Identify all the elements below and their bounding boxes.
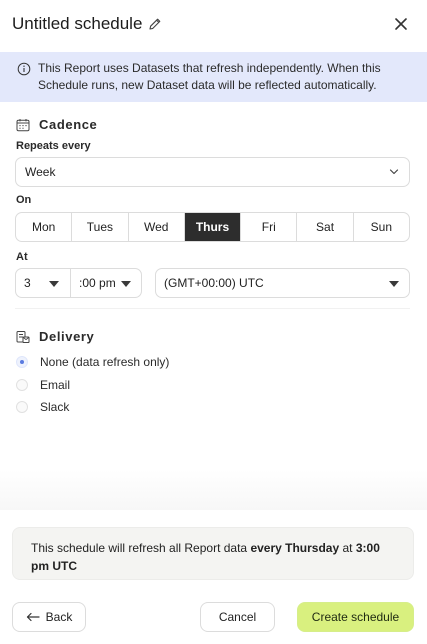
- cadence-title: Cadence: [39, 117, 98, 132]
- summary-frequency: every Thursday: [250, 541, 340, 555]
- day-sat[interactable]: Sat: [297, 213, 354, 241]
- delivery-option-label: Email: [40, 378, 71, 392]
- create-schedule-button[interactable]: Create schedule: [297, 602, 414, 632]
- delivery-option-slack[interactable]: Slack: [16, 400, 69, 414]
- scroll-fade: [0, 470, 427, 510]
- repeats-every-select[interactable]: Week: [15, 157, 410, 187]
- repeats-every-label: Repeats every: [16, 140, 91, 152]
- chevron-down-icon: [389, 169, 399, 175]
- day-tues[interactable]: Tues: [72, 213, 129, 241]
- cadence-section-header: Cadence: [16, 117, 97, 132]
- timezone-select[interactable]: (GMT+00:00) UTC: [155, 268, 410, 298]
- delivery-option-label: None (data refresh only): [40, 355, 170, 369]
- radio-button[interactable]: [16, 356, 28, 368]
- day-sun[interactable]: Sun: [354, 213, 409, 241]
- day-mon[interactable]: Mon: [16, 213, 73, 241]
- calendar-icon: [16, 118, 30, 131]
- repeats-every-value: Week: [25, 165, 56, 179]
- delivery-title: Delivery: [39, 329, 95, 344]
- close-icon[interactable]: [391, 14, 411, 34]
- day-thurs[interactable]: Thurs: [184, 213, 242, 241]
- arrow-left-icon: [26, 612, 40, 622]
- section-divider: [15, 308, 410, 309]
- hour-value: 3: [24, 276, 31, 290]
- pencil-icon[interactable]: [148, 17, 162, 31]
- at-label: At: [16, 251, 28, 263]
- delivery-icon: [16, 330, 30, 343]
- delivery-option-email[interactable]: Email: [16, 378, 70, 392]
- back-button-label: Back: [45, 610, 73, 624]
- day-fri[interactable]: Fri: [241, 213, 298, 241]
- info-icon: [17, 62, 31, 76]
- day-selector: Mon Tues Wed Thurs Fri Sat Sun: [15, 212, 410, 242]
- modal-header: Untitled schedule: [0, 0, 427, 52]
- cancel-button[interactable]: Cancel: [200, 602, 275, 632]
- cancel-button-label: Cancel: [218, 610, 257, 624]
- caret-down-icon: [49, 281, 59, 287]
- day-wed[interactable]: Wed: [129, 213, 185, 241]
- info-banner-text: This Report uses Datasets that refresh i…: [38, 61, 381, 92]
- schedule-title[interactable]: Untitled schedule: [12, 14, 142, 34]
- hour-select[interactable]: 3: [16, 269, 71, 297]
- summary-prefix: This schedule will refresh all Report da…: [31, 541, 251, 555]
- caret-down-icon: [121, 281, 131, 287]
- delivery-option-label: Slack: [40, 400, 70, 414]
- title-area: Untitled schedule: [12, 14, 162, 34]
- create-schedule-button-label: Create schedule: [311, 610, 400, 624]
- timezone-value: (GMT+00:00) UTC: [164, 276, 264, 290]
- delivery-option-none[interactable]: None (data refresh only): [16, 355, 169, 369]
- on-label: On: [16, 194, 32, 206]
- minute-value: :00 pm: [79, 276, 116, 290]
- caret-down-icon: [389, 281, 399, 287]
- minute-select[interactable]: :00 pm: [71, 269, 141, 297]
- radio-button[interactable]: [16, 379, 28, 391]
- back-button[interactable]: Back: [12, 602, 86, 632]
- summary-middle: at: [339, 541, 356, 555]
- delivery-section-header: Delivery: [16, 329, 94, 344]
- info-banner: This Report uses Datasets that refresh i…: [0, 52, 427, 102]
- schedule-summary: This schedule will refresh all Report da…: [12, 527, 414, 580]
- time-picker: 3 :00 pm: [15, 268, 142, 298]
- radio-button[interactable]: [16, 401, 28, 413]
